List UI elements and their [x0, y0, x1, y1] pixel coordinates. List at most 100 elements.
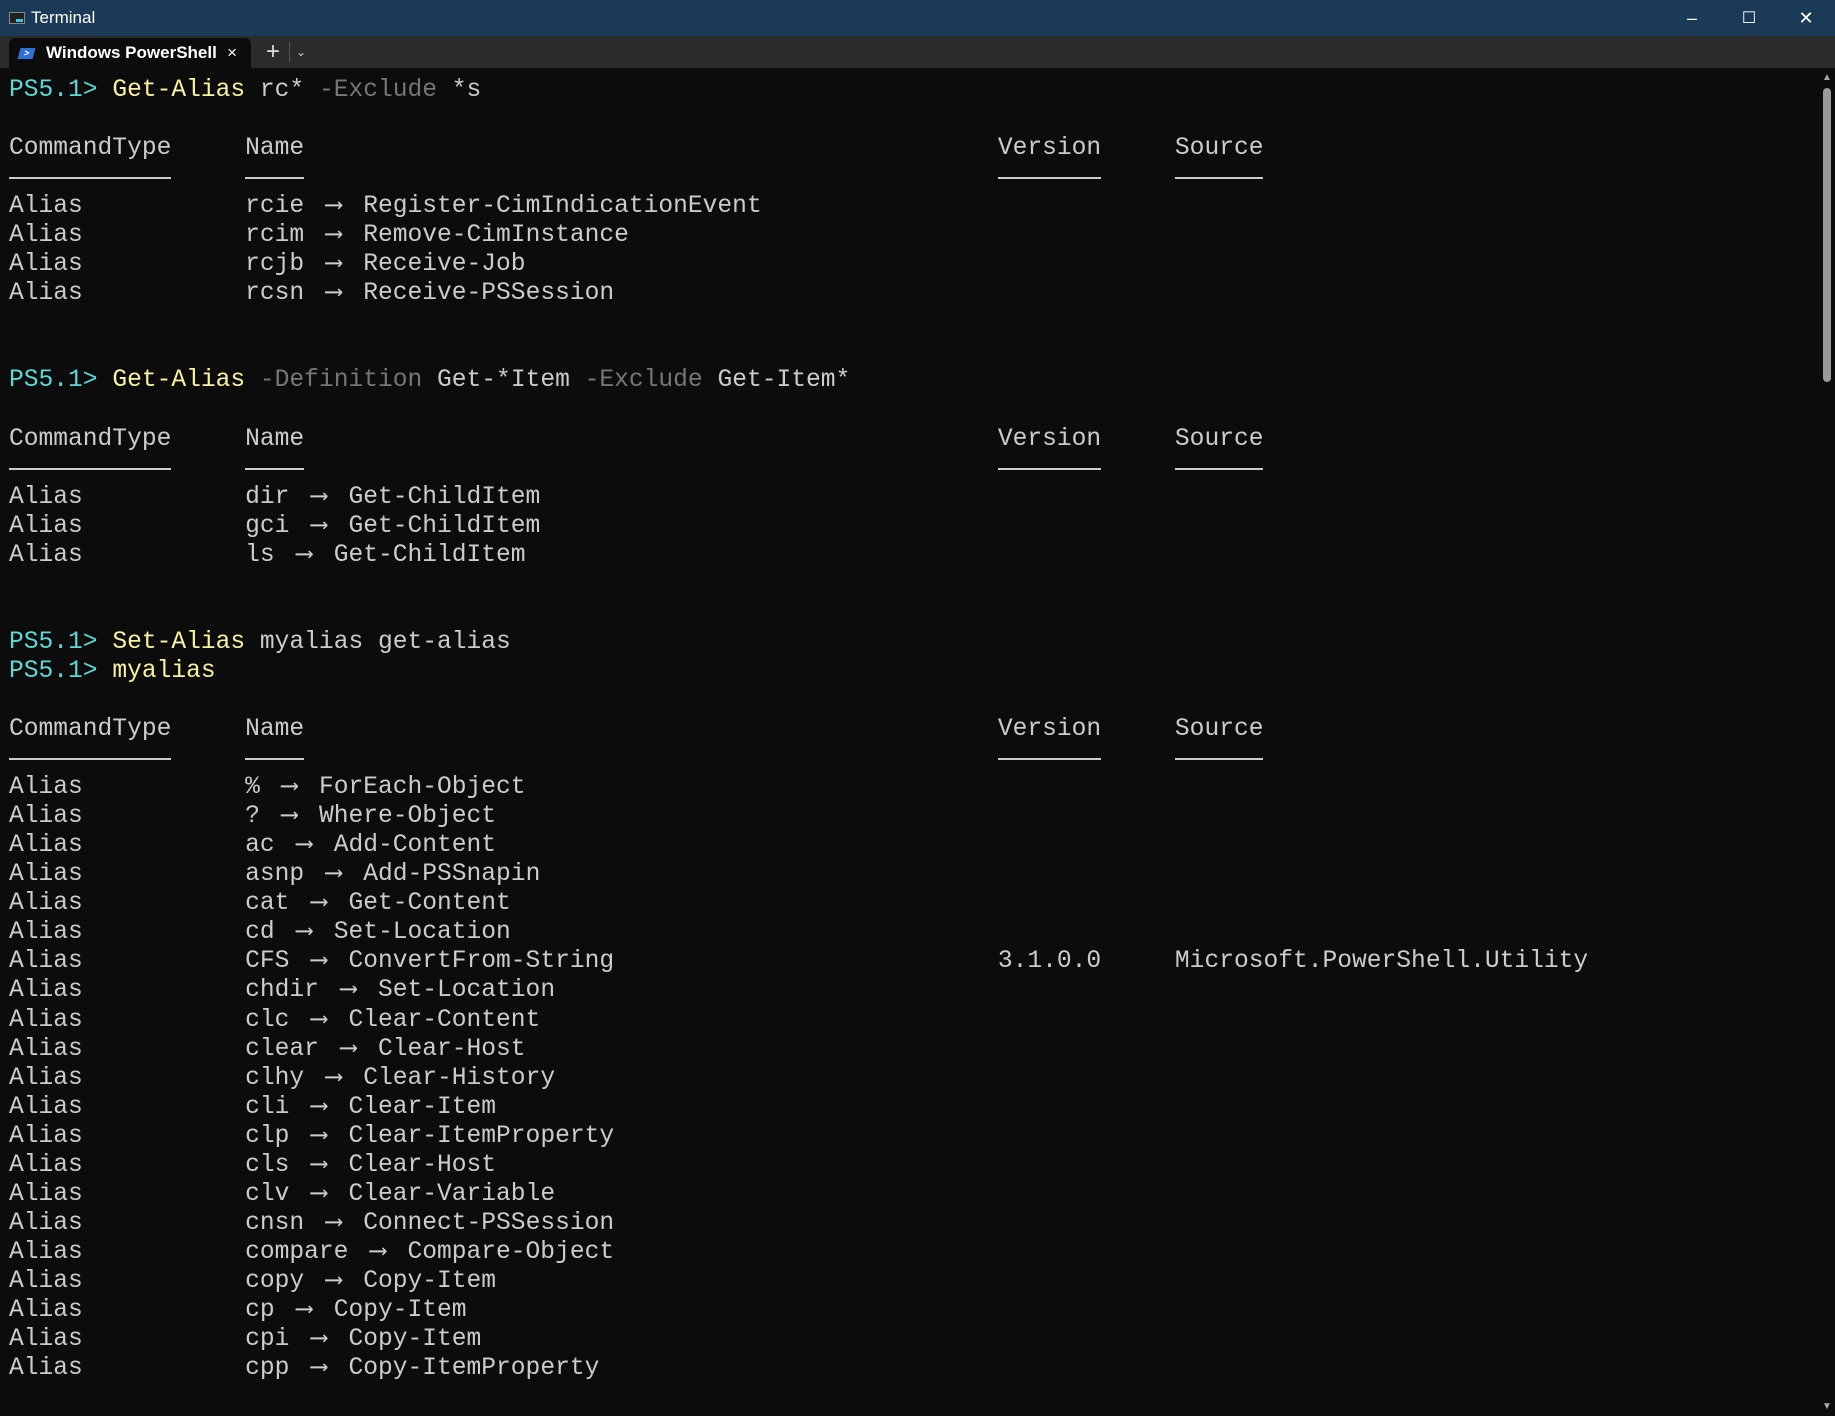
- arrow-icon: ⟶: [326, 251, 342, 279]
- minimize-button[interactable]: –: [1663, 0, 1721, 36]
- table-row: Alias cat ⟶ Get-Content: [9, 889, 1809, 918]
- alias-name: cat ⟶ Get-Content: [245, 889, 511, 918]
- scroll-up-icon[interactable]: ▲: [1822, 72, 1832, 83]
- table-row: Alias asnp ⟶ Add-PSSnapin: [9, 860, 1809, 889]
- new-tab-button[interactable]: +: [262, 36, 284, 68]
- command-type: Alias: [9, 1151, 83, 1179]
- command-type: Alias: [9, 483, 83, 511]
- alias: dir: [245, 483, 290, 511]
- command-type: Alias: [9, 1267, 83, 1295]
- command-type: Alias: [9, 1355, 83, 1383]
- table-header: CommandType Name Version Source: [9, 715, 1809, 744]
- alias-name: rcie ⟶ Register-CimIndicationEvent: [245, 192, 762, 221]
- table-row: Alias clhy ⟶ Clear-History: [9, 1064, 1809, 1093]
- command-type: Alias: [9, 803, 83, 831]
- table-row: Alias cls ⟶ Clear-Host: [9, 1151, 1809, 1180]
- column-header-type: CommandType: [9, 425, 172, 453]
- definition: Where-Object: [318, 803, 497, 831]
- arrow-icon: ⟶: [326, 222, 342, 250]
- powershell-icon: >: [17, 47, 36, 59]
- column-header-name: Name: [245, 135, 305, 163]
- alias: ls: [245, 541, 275, 569]
- command-token: *s: [437, 77, 482, 104]
- definition: ConvertFrom-String: [348, 948, 615, 976]
- column-header-version: Version: [997, 425, 1102, 453]
- header-underline-3: [1174, 758, 1264, 761]
- table-row: Alias clv ⟶ Clear-Variable: [9, 1180, 1809, 1209]
- alias-name: clp ⟶ Clear-ItemProperty: [245, 1122, 614, 1151]
- alias: compare: [245, 1238, 349, 1266]
- tab-dropdown-button[interactable]: ⌄: [296, 36, 306, 68]
- arrow-icon: ⟶: [341, 1035, 356, 1063]
- table-row: Alias % ⟶ ForEach-Object: [9, 773, 1809, 802]
- header-underline-0: [9, 177, 172, 180]
- definition: Clear-History: [363, 1064, 556, 1092]
- alias-name: % ⟶ ForEach-Object: [245, 773, 525, 802]
- definition: Connect-PSSession: [363, 1209, 615, 1237]
- command-token: Get-Alias: [112, 367, 246, 395]
- command-type: Alias: [9, 832, 83, 860]
- command-type: Alias: [9, 251, 83, 279]
- header-underline-0: [9, 467, 172, 470]
- scrollbar-thumb[interactable]: [1823, 88, 1831, 382]
- command-type: Alias: [9, 1238, 83, 1266]
- alias-name: compare ⟶ Compare-Object: [245, 1238, 614, 1267]
- table-row: Alias rcie ⟶ Register-CimIndicationEvent: [9, 192, 1809, 221]
- scroll-down-icon[interactable]: ▼: [1822, 1401, 1832, 1412]
- alias-name: cd ⟶ Set-Location: [245, 918, 511, 947]
- command-token: Get-*Item: [422, 367, 585, 395]
- header-underline-3: [1174, 467, 1264, 470]
- arrow-icon: ⟶: [326, 193, 342, 221]
- alias: cli: [245, 1093, 290, 1121]
- version: 3.1.0.0: [997, 948, 1102, 976]
- definition: Get-ChildItem: [348, 512, 541, 540]
- arrow-icon: ⟶: [326, 861, 342, 889]
- arrow-icon: ⟶: [311, 1151, 327, 1179]
- alias: ?: [245, 803, 260, 831]
- table-row: Alias copy ⟶ Copy-Item: [9, 1267, 1809, 1296]
- scrollbar[interactable]: ▲ ▼: [1819, 68, 1835, 1416]
- definition: Clear-Variable: [348, 1180, 556, 1208]
- close-button[interactable]: ✕: [1777, 0, 1835, 36]
- alias-name: cls ⟶ Clear-Host: [245, 1151, 496, 1180]
- command-type: Alias: [9, 774, 83, 802]
- alias: rcsn: [245, 280, 305, 308]
- terminal-output[interactable]: PS5.1> Get-Alias rc* -Exclude *s CommandT…: [9, 76, 1809, 1383]
- arrow-icon: ⟶: [311, 1326, 327, 1354]
- alias: cpi: [245, 1326, 290, 1354]
- table-row: Alias clear ⟶ Clear-Host: [9, 1035, 1809, 1064]
- command-type: Alias: [9, 1209, 83, 1237]
- prompt: PS5.1>: [9, 628, 113, 656]
- table-row: Alias cnsn ⟶ Connect-PSSession: [9, 1209, 1809, 1238]
- tab-windows-powershell[interactable]: > Windows PowerShell ×: [9, 38, 251, 68]
- alias: ac: [245, 832, 275, 860]
- table-row: Alias rcsn ⟶ Receive-PSSession: [9, 279, 1809, 308]
- command-token: -Exclude: [318, 77, 438, 104]
- tab-close-button[interactable]: ×: [227, 43, 237, 63]
- command-type: Alias: [9, 1326, 83, 1354]
- column-header-source: Source: [1174, 425, 1264, 453]
- alias-name: clv ⟶ Clear-Variable: [245, 1180, 555, 1209]
- maximize-button[interactable]: ☐: [1720, 0, 1778, 36]
- header-underline-1: [245, 758, 305, 761]
- table-header: CommandType Name Version Source: [9, 425, 1809, 454]
- command-type: Alias: [9, 1064, 83, 1092]
- command-type: Alias: [9, 861, 83, 889]
- definition: Clear-Host: [377, 1035, 526, 1063]
- command-token: Get-Item*: [702, 367, 851, 395]
- alias: rcie: [245, 193, 305, 221]
- definition: Add-Content: [333, 832, 497, 860]
- command-type: Alias: [9, 193, 83, 221]
- command-type: Alias: [9, 512, 83, 540]
- alias-name: ? ⟶ Where-Object: [245, 802, 496, 831]
- definition: ForEach-Object: [318, 774, 526, 802]
- tab-label: Windows PowerShell: [46, 43, 217, 62]
- table-row: Alias clc ⟶ Clear-Content: [9, 1006, 1809, 1035]
- alias: rcjb: [245, 251, 305, 279]
- command-token: rc*: [245, 77, 319, 104]
- definition: Copy-ItemProperty: [348, 1355, 600, 1383]
- definition: Copy-Item: [363, 1267, 497, 1295]
- definition: Get-ChildItem: [348, 483, 541, 511]
